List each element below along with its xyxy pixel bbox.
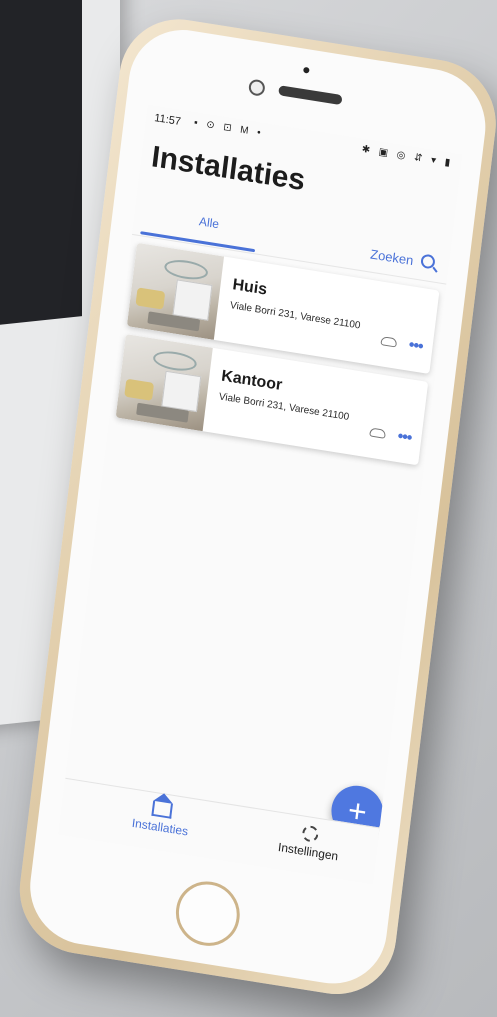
nav-settings-label: Instellingen (277, 839, 339, 864)
photo-shelf-shape (172, 279, 213, 321)
installation-photo (115, 334, 213, 432)
photo-sofa-shape (124, 378, 155, 401)
status-time: 11:57 (153, 112, 182, 129)
nav-settings[interactable]: Instellingen (248, 816, 371, 868)
status-system-icons: ✱ ▣ ◎ ⇵ ▾ ▮ (361, 143, 454, 170)
installation-photo (126, 242, 225, 340)
front-camera (247, 78, 266, 97)
nav-installations[interactable]: Installaties (100, 793, 222, 844)
photo-bike-shape (163, 257, 209, 283)
background-monitor-screen (0, 0, 82, 328)
bottom-navigation: Installaties Instellingen (58, 777, 380, 885)
search-label: Zoeken (369, 246, 415, 269)
photo-shelf-shape (161, 370, 202, 413)
search-icon (420, 253, 436, 270)
cloud-icon (369, 427, 387, 439)
earpiece-speaker (278, 85, 343, 106)
app-screen: 11:57 ▪ ⊙ ⊡ M • ✱ ▣ ◎ ⇵ ▾ ▮ Installaties… (58, 104, 463, 885)
installation-name: Kantoor (220, 367, 284, 395)
installation-address: Viale Borri 231, Varese 21100 (218, 391, 350, 423)
phone-home-button[interactable] (172, 876, 244, 951)
cloud-icon (380, 336, 398, 348)
gear-icon (301, 824, 320, 843)
nav-installations-label: Installaties (131, 815, 189, 839)
more-icon[interactable]: ••• (408, 337, 424, 357)
installation-address: Viale Borri 231, Varese 21100 (229, 300, 362, 332)
more-icon[interactable]: ••• (396, 428, 413, 448)
installation-name: Huis (231, 276, 268, 299)
home-icon (151, 800, 173, 819)
search-button[interactable]: Zoeken (370, 245, 436, 271)
status-notification-icons: ▪ ⊙ ⊡ M • (193, 117, 265, 140)
photo-sofa-shape (135, 287, 166, 310)
proximity-sensor (303, 66, 310, 74)
photo-bike-shape (152, 348, 198, 374)
tab-all[interactable]: Alle (154, 207, 264, 238)
